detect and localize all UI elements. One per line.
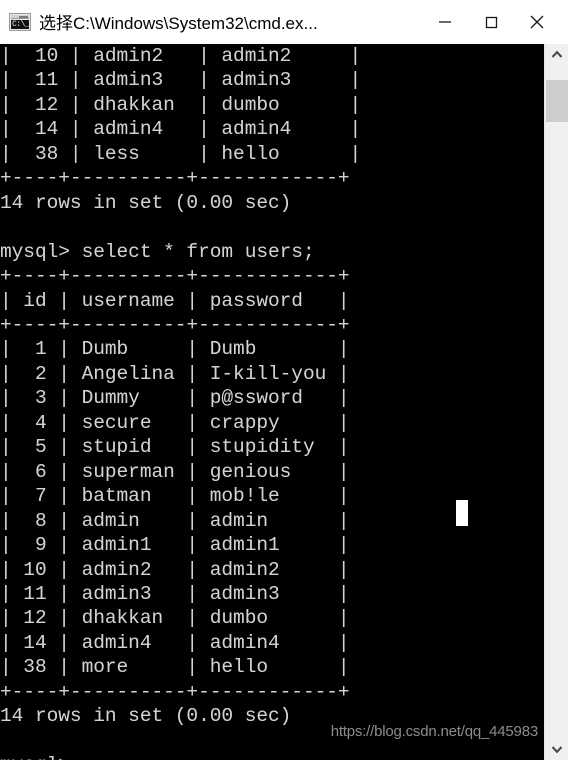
console-output-pane[interactable]: | 10 | admin2 | admin2 | | 11 | admin3 |…	[0, 44, 544, 760]
vertical-scrollbar[interactable]	[544, 44, 568, 760]
console-area: | 10 | admin2 | admin2 | | 11 | admin3 |…	[0, 44, 568, 760]
scrollbar-track[interactable]	[544, 66, 568, 738]
chevron-up-icon	[551, 50, 562, 58]
window-titlebar[interactable]: C:\_ 选择C:\Windows\System32\cmd.ex...	[0, 0, 568, 44]
minimize-button[interactable]	[422, 0, 468, 44]
maximize-icon	[485, 16, 498, 28]
cmd-window: C:\_ 选择C:\Windows\System32\cmd.ex... | 1…	[0, 0, 568, 766]
text-cursor	[456, 500, 468, 526]
window-bottom-edge	[0, 760, 568, 766]
chevron-down-icon	[551, 746, 562, 754]
cmd-console-icon: C:\_	[9, 12, 31, 31]
scroll-up-arrow[interactable]	[544, 44, 568, 66]
controls-spacer	[392, 0, 422, 44]
watermark-text: https://blog.csdn.net/qq_445983	[330, 723, 539, 740]
window-controls	[392, 0, 568, 44]
controls-edge-spacer	[560, 0, 568, 44]
window-title: 选择C:\Windows\System32\cmd.ex...	[39, 14, 318, 33]
icon-prompt-text: C:\_	[11, 19, 29, 29]
minimize-icon	[439, 20, 451, 23]
close-icon	[530, 15, 544, 28]
scroll-down-arrow[interactable]	[544, 738, 568, 760]
icon-titlebar-strip	[11, 14, 29, 19]
scrollbar-thumb[interactable]	[545, 80, 568, 122]
console-text: | 10 | admin2 | admin2 | | 11 | admin3 |…	[0, 45, 362, 760]
close-button[interactable]	[514, 0, 560, 44]
maximize-button[interactable]	[468, 0, 514, 44]
